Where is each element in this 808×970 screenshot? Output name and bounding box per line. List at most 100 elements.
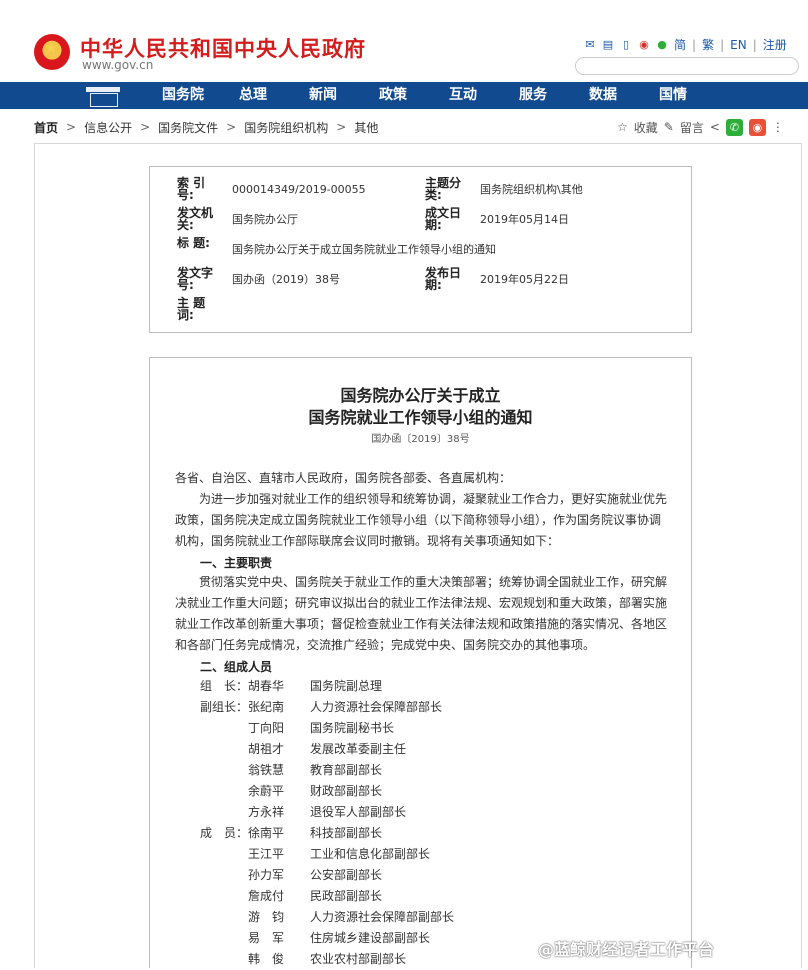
member-role: 副组长： bbox=[200, 700, 249, 714]
nav-item-premier[interactable]: 总理 bbox=[218, 82, 288, 109]
meta-docno-value: 国办函（2019）38号 bbox=[232, 273, 340, 286]
member-name: 徐南平 bbox=[248, 826, 285, 840]
breadcrumb-info-public[interactable]: 信息公开 bbox=[84, 119, 132, 136]
divider: | bbox=[720, 37, 725, 52]
member-name: 孙力军 bbox=[248, 868, 285, 882]
mail-icon[interactable]: ✉ bbox=[584, 38, 596, 51]
member-role: 组 长： bbox=[200, 679, 249, 693]
message-icon[interactable]: ▤ bbox=[602, 38, 614, 51]
divider: | bbox=[752, 37, 757, 52]
chevron-right-icon: > bbox=[140, 120, 151, 134]
meta-index-label: 索 引 号: bbox=[177, 176, 206, 202]
meta-published-value: 2019年05月22日 bbox=[480, 273, 569, 286]
document-title-line2: 国务院就业工作领导小组的通知 bbox=[308, 408, 533, 427]
lang-simplified-link[interactable]: 简 bbox=[674, 36, 686, 53]
breadcrumb-documents[interactable]: 国务院文件 bbox=[158, 119, 218, 136]
meta-issuer-label: 发文机关: bbox=[177, 206, 214, 232]
main-nav: 国务院 总理 新闻 政策 互动 服务 数据 国情 bbox=[0, 82, 808, 109]
nav-item-state-council[interactable]: 国务院 bbox=[148, 82, 218, 109]
member-title: 人力资源社会保障部部长 bbox=[310, 700, 443, 714]
member-name: 易 军 bbox=[248, 931, 285, 945]
member-name: 丁向阳 bbox=[248, 721, 285, 735]
nav-item-data[interactable]: 数据 bbox=[568, 82, 638, 109]
site-url: www.gov.cn bbox=[82, 58, 154, 72]
meta-title-label: 标 题: bbox=[177, 236, 210, 250]
nav-item-national-info[interactable]: 国情 bbox=[638, 82, 708, 109]
member-name: 胡春华 bbox=[248, 679, 285, 693]
document-number: 国办函〔2019〕38号 bbox=[371, 434, 470, 445]
member-title: 退役军人部副部长 bbox=[310, 805, 407, 819]
meta-docno-label: 发文字号: bbox=[177, 266, 214, 292]
nav-item-policy[interactable]: 政策 bbox=[358, 82, 428, 109]
member-title: 人力资源社会保障部副部长 bbox=[310, 910, 455, 924]
breadcrumb-other[interactable]: 其他 bbox=[354, 119, 378, 136]
page-tools: ☆ 收藏 ✎ 留言 < ✆ ◉ ⋮ bbox=[617, 117, 784, 137]
site-header: 中华人民共和国中央人民政府 www.gov.cn ✉ ▤ ▯ ◉ ● 简 | 繁… bbox=[0, 0, 808, 82]
member-title: 工业和信息化部副部长 bbox=[310, 847, 431, 861]
member-name: 张纪南 bbox=[248, 700, 285, 714]
member-name: 余蔚平 bbox=[248, 784, 285, 798]
meta-published-label: 发布日期: bbox=[425, 266, 462, 292]
member-role: 成 员： bbox=[200, 826, 249, 840]
meta-category-label: 主题分类: bbox=[425, 176, 462, 202]
intro-paragraph: 为进一步加强对就业工作的组织领导和统筹协调，凝聚就业工作合力，更好实施就业优先政… bbox=[175, 492, 668, 548]
header-tools: ✉ ▤ ▯ ◉ ● 简 | 繁 | EN | 注册 bbox=[584, 36, 787, 53]
member-title: 国务院副总理 bbox=[310, 679, 383, 693]
member-title: 教育部副部长 bbox=[310, 763, 383, 777]
lang-traditional-link[interactable]: 繁 bbox=[702, 36, 714, 53]
share-icon[interactable]: < bbox=[710, 120, 720, 134]
wechat-share-icon[interactable]: ✆ bbox=[725, 118, 743, 136]
breadcrumb: 首页 > 信息公开 > 国务院文件 > 国务院组织机构 > 其他 bbox=[34, 117, 378, 137]
member-name: 胡祖才 bbox=[248, 742, 285, 756]
star-icon[interactable]: ☆ bbox=[617, 120, 628, 134]
mobile-icon[interactable]: ▯ bbox=[620, 38, 632, 51]
nav-item-news[interactable]: 新闻 bbox=[288, 82, 358, 109]
watermark: @蓝鲸财经记者工作平台 bbox=[538, 940, 715, 959]
member-name: 翁铁慧 bbox=[248, 763, 285, 777]
favorite-link[interactable]: 收藏 bbox=[634, 119, 658, 136]
member-title: 民政部副部长 bbox=[310, 889, 383, 903]
meta-category-value: 国务院组织机构\其他 bbox=[480, 183, 583, 196]
duties-paragraph: 贯彻落实党中央、国务院关于就业工作的重大决策部署；统筹协调全国就业工作，研究解决… bbox=[175, 575, 668, 652]
nav-item-service[interactable]: 服务 bbox=[498, 82, 568, 109]
weibo-share-icon[interactable]: ◉ bbox=[748, 118, 766, 136]
nav-item-interaction[interactable]: 互动 bbox=[428, 82, 498, 109]
member-name: 游 钧 bbox=[248, 910, 285, 924]
breadcrumb-home[interactable]: 首页 bbox=[34, 119, 58, 136]
meta-title-value: 国务院办公厅关于成立国务院就业工作领导小组的通知 bbox=[232, 243, 496, 256]
chevron-right-icon: > bbox=[336, 120, 347, 134]
meta-index-value: 000014349/2019-00055 bbox=[232, 183, 366, 196]
section-heading-members: 二、组成人员 bbox=[200, 660, 273, 674]
chevron-right-icon: > bbox=[226, 120, 237, 134]
meta-written-value: 2019年05月14日 bbox=[480, 213, 569, 226]
meta-issuer-value: 国务院办公厅 bbox=[232, 213, 298, 226]
member-title: 住房城乡建设部副部长 bbox=[310, 931, 431, 945]
member-title: 国务院副秘书长 bbox=[310, 721, 395, 735]
search-input[interactable] bbox=[575, 57, 799, 75]
register-link[interactable]: 注册 bbox=[763, 36, 787, 53]
section-heading-duties: 一、主要职责 bbox=[200, 556, 273, 570]
meta-written-label: 成文日期: bbox=[425, 206, 462, 232]
member-name: 方永祥 bbox=[248, 805, 285, 819]
document-title-line1: 国务院办公厅关于成立 bbox=[340, 386, 501, 405]
divider: | bbox=[692, 37, 697, 52]
tiananmen-logo-icon[interactable] bbox=[82, 85, 124, 107]
weibo-icon[interactable]: ◉ bbox=[638, 38, 650, 51]
document-body: 国务院办公厅关于成立 国务院就业工作领导小组的通知 国办函〔2019〕38号 各… bbox=[149, 357, 692, 968]
salutation: 各省、自治区、直辖市人民政府，国务院各部委、各直属机构： bbox=[175, 471, 512, 485]
meta-keywords-label: 主 题 词: bbox=[177, 296, 206, 322]
wechat-icon[interactable]: ● bbox=[656, 38, 668, 51]
pen-icon[interactable]: ✎ bbox=[664, 120, 674, 134]
member-title: 发展改革委副主任 bbox=[310, 742, 407, 756]
member-name: 王江平 bbox=[248, 847, 285, 861]
document-metadata: 索 引 号: 000014349/2019-00055 主题分类: 国务院组织机… bbox=[149, 166, 692, 333]
lang-english-link[interactable]: EN bbox=[730, 38, 747, 52]
national-emblem-icon bbox=[34, 34, 70, 70]
comment-link[interactable]: 留言 bbox=[680, 119, 704, 136]
member-title: 科技部副部长 bbox=[310, 826, 383, 840]
member-title: 财政部副部长 bbox=[310, 784, 383, 798]
member-title: 公安部副部长 bbox=[310, 868, 383, 882]
more-icon[interactable]: ⋮ bbox=[772, 120, 784, 134]
breadcrumb-organization[interactable]: 国务院组织机构 bbox=[244, 119, 328, 136]
chevron-right-icon: > bbox=[66, 120, 77, 134]
